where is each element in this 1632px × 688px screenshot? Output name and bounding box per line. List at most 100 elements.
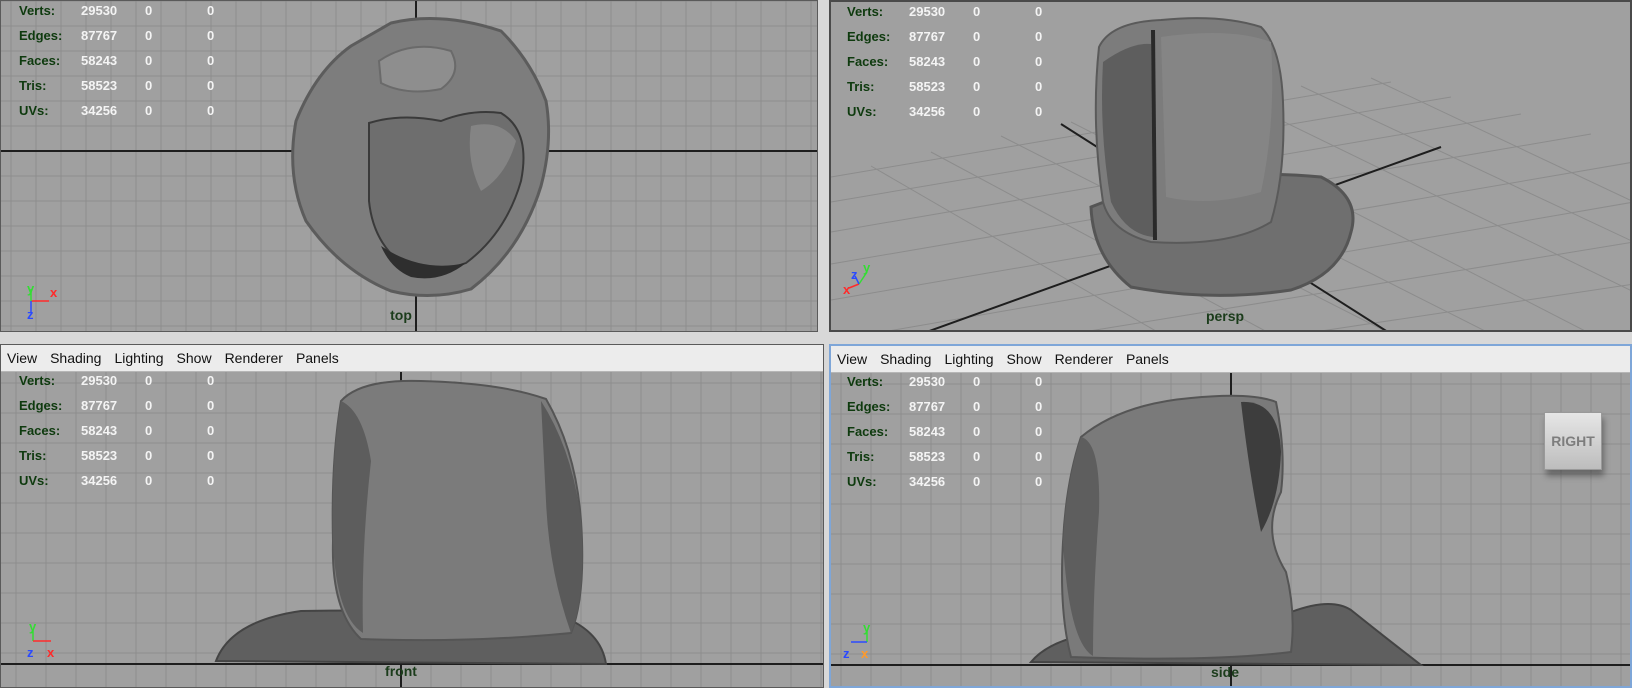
hud-value: 0: [207, 448, 215, 463]
mesh-persp: [1089, 17, 1355, 297]
axis-gizmo-icon: y z x: [27, 621, 55, 660]
hud-label: Edges:: [19, 398, 63, 413]
axis-gizmo-icon: y z x: [843, 622, 871, 661]
camera-label-top: top: [390, 307, 412, 323]
axis-gizmo-icon: x y z: [27, 283, 58, 322]
hud-label: Tris:: [19, 448, 47, 463]
hud-value: 87767: [81, 28, 118, 43]
hud-label: Tris:: [19, 78, 47, 93]
hud-value: 0: [207, 103, 215, 118]
hud-value: 0: [1035, 4, 1043, 19]
viewport-menubar: View Shading Lighting Show Renderer Pane…: [1, 345, 823, 372]
viewport-persp[interactable]: Verts: 29530 0 0 Edges: 87767 0 0 Faces: 58243 0…: [829, 0, 1632, 332]
viewport-side[interactable]: View Shading Lighting Show Renderer Pane…: [829, 344, 1632, 688]
hud-value: 58243: [81, 423, 118, 438]
hud-label: Verts:: [19, 3, 56, 18]
hud-value: 0: [1035, 29, 1043, 44]
menu-view[interactable]: View: [7, 350, 37, 366]
axis-x-label: x: [50, 285, 58, 300]
view-cube-right[interactable]: RIGHT: [1544, 412, 1602, 470]
hud-value: 0: [973, 54, 981, 69]
axis-z-label: z: [851, 267, 858, 282]
menu-show[interactable]: Show: [1007, 351, 1042, 367]
viewport-front[interactable]: View Shading Lighting Show Renderer Pane…: [0, 344, 824, 688]
menu-renderer[interactable]: Renderer: [1055, 351, 1113, 367]
hud-value: 0: [145, 473, 153, 488]
hud-value: 0: [973, 449, 981, 464]
hud-value: 0: [207, 398, 215, 413]
hud-value: 0: [145, 28, 153, 43]
hud-label: Tris:: [847, 79, 875, 94]
hud-value: 58243: [81, 53, 118, 68]
hud-value: 29530: [81, 373, 118, 388]
hud-value: 58523: [81, 78, 118, 93]
hud-value: 0: [1035, 54, 1043, 69]
menu-show[interactable]: Show: [177, 350, 212, 366]
hud-value: 58243: [909, 54, 946, 69]
hud-value: 0: [973, 4, 981, 19]
hud-label: Verts:: [19, 373, 56, 388]
hud-label: Edges:: [847, 399, 891, 414]
menu-renderer[interactable]: Renderer: [225, 350, 283, 366]
viewport-top[interactable]: Verts: 29530 0 0 Edges: 87767 0 0 Faces: 58243 0…: [0, 0, 818, 332]
hud-value: 0: [973, 424, 981, 439]
hud-value: 87767: [81, 398, 118, 413]
hud-value: 0: [973, 29, 981, 44]
hud-value: 0: [145, 103, 153, 118]
axis-y-label: y: [27, 283, 35, 296]
camera-label-persp: persp: [1205, 308, 1245, 324]
hud-value: 58523: [909, 449, 946, 464]
hud-value: 0: [973, 399, 981, 414]
hud-label: Faces:: [847, 54, 889, 69]
hud-label: UVs:: [847, 474, 877, 489]
hud-value: 34256: [909, 474, 946, 489]
viewport-menubar: View Shading Lighting Show Renderer Pane…: [831, 346, 1630, 373]
menu-lighting[interactable]: Lighting: [114, 350, 163, 366]
axis-z-label: z: [843, 646, 850, 661]
hud-value: 0: [1035, 79, 1043, 94]
menu-panels[interactable]: Panels: [1126, 351, 1169, 367]
hud-label: Tris:: [847, 449, 875, 464]
mesh-top: [291, 17, 551, 297]
axis-x-label: x: [843, 282, 851, 297]
hud-value: 0: [1035, 374, 1043, 389]
camera-label-front: front: [385, 663, 417, 679]
hud-value: 0: [973, 474, 981, 489]
hud-value: 0: [207, 3, 215, 18]
menu-shading[interactable]: Shading: [880, 351, 931, 367]
hud-value: 0: [207, 78, 215, 93]
hud-value: 0: [1035, 424, 1043, 439]
hud-value: 0: [145, 373, 153, 388]
hud-stats-side: Verts: 29530 0 0 Edges: 87767 0 0 Faces: 58243 0…: [847, 374, 1075, 499]
hud-value: 0: [1035, 104, 1043, 119]
hud-stats-persp: Verts: 29530 0 0 Edges: 87767 0 0 Faces: 58243 0…: [847, 4, 1075, 129]
mesh-side: [1028, 394, 1424, 667]
hud-value: 0: [973, 79, 981, 94]
hud-value: 0: [145, 448, 153, 463]
hud-value: 34256: [81, 103, 118, 118]
axis-gizmo-icon: y z x: [843, 264, 871, 297]
hud-stats-top: Verts: 29530 0 0 Edges: 87767 0 0 Faces: 58243 0…: [19, 3, 247, 128]
hud-label: Faces:: [19, 53, 61, 68]
hud-value: 34256: [909, 104, 946, 119]
menu-lighting[interactable]: Lighting: [944, 351, 993, 367]
axis-y-label: y: [29, 621, 37, 634]
mesh-front: [214, 379, 608, 666]
menu-view[interactable]: View: [837, 351, 867, 367]
hud-label: UVs:: [19, 473, 49, 488]
menu-shading[interactable]: Shading: [50, 350, 101, 366]
hud-label: Verts:: [847, 4, 884, 19]
camera-label-side: side: [1210, 664, 1240, 680]
hud-value: 29530: [81, 3, 118, 18]
hud-value: 0: [145, 423, 153, 438]
axis-y-label: y: [863, 622, 871, 635]
hud-value: 87767: [909, 29, 946, 44]
hud-label: UVs:: [19, 103, 49, 118]
hud-label: Verts:: [847, 374, 884, 389]
hud-value: 0: [973, 104, 981, 119]
menu-panels[interactable]: Panels: [296, 350, 339, 366]
hud-value: 87767: [909, 399, 946, 414]
hud-value: 29530: [909, 4, 946, 19]
hud-value: 0: [207, 423, 215, 438]
hud-value: 0: [207, 28, 215, 43]
